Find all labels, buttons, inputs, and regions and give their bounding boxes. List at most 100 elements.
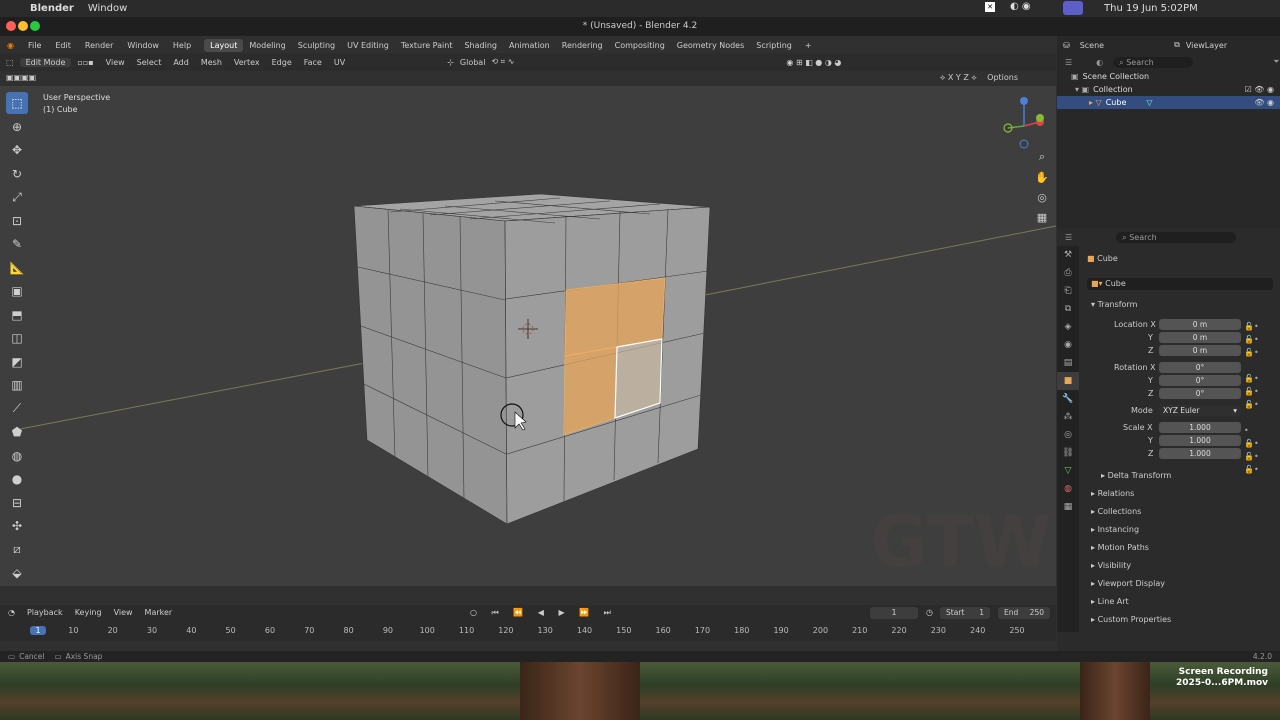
motion-paths-header[interactable]: ▸ Motion Paths [1091, 543, 1149, 552]
menu-select[interactable]: Select [131, 58, 168, 67]
scene-tab-icon[interactable]: ◈ [1057, 318, 1079, 336]
transform-panel-header[interactable]: ▾ Transform [1091, 300, 1137, 309]
material-tab-icon[interactable]: ◍ [1057, 480, 1079, 498]
blender-logo-icon[interactable]: ◉ [0, 41, 21, 50]
relations-header[interactable]: ▸ Relations [1091, 489, 1134, 498]
properties-search[interactable]: ⌕ Search [1116, 231, 1237, 243]
lock-icons[interactable]: 🔓• 🔓• 🔓• 🔓• 🔓• 🔓• • 🔓• 🔓• 🔓• [1244, 320, 1259, 476]
current-frame-field[interactable]: 1 [870, 607, 918, 619]
frame-ruler[interactable]: 1 10 20 30 40 50 60 70 80 90 100 110 120 130 140 150 160… [0, 624, 1056, 638]
zoom-window-button[interactable] [30, 21, 40, 31]
object-name-field[interactable]: ■▾ Cube [1087, 278, 1273, 290]
menu-render[interactable]: Render [78, 41, 120, 50]
particles-tab-icon[interactable]: ⁂ [1057, 408, 1079, 426]
rotation-z-field[interactable]: 0° [1159, 388, 1241, 399]
outliner-editor-icon[interactable]: ☰ [1065, 58, 1072, 67]
minimize-window-button[interactable] [18, 21, 28, 31]
view-layer-tab-icon[interactable]: ⧉ [1057, 300, 1079, 318]
modifier-tab-icon[interactable]: 🔧 [1057, 390, 1079, 408]
tab-uv-editing[interactable]: UV Editing [341, 39, 395, 52]
outliner-cube[interactable]: ▸ ▽ Cube ▽ 👁 ◉ [1057, 96, 1280, 109]
physics-tab-icon[interactable]: ◎ [1057, 426, 1079, 444]
close-window-button[interactable] [6, 21, 16, 31]
zoom-icon[interactable]: ⌕ [1033, 148, 1051, 166]
menu-mesh[interactable]: Mesh [195, 58, 228, 67]
filter-icon[interactable]: ⏷ [1273, 57, 1279, 67]
window-menu[interactable]: Window [88, 3, 127, 14]
select-mode-buttons[interactable]: ▫▫▪ [71, 58, 99, 67]
add-workspace-button[interactable]: + [798, 41, 819, 50]
location-z-field[interactable]: 0 m [1159, 345, 1241, 356]
overlay-shading-icons[interactable]: ◉ ⊞ ◧ ● ◑ ◕ [780, 58, 847, 67]
tab-texture-paint[interactable]: Texture Paint [395, 39, 459, 52]
collections-header[interactable]: ▸ Collections [1091, 507, 1141, 516]
menu-window[interactable]: Window [120, 41, 166, 50]
world-tab-icon[interactable]: ◉ [1057, 336, 1079, 354]
menu-marker[interactable]: Marker [145, 608, 173, 617]
3d-viewport[interactable]: User Perspective (1) Cube ⬚ ⊕ ✥ ↻ ⤢ ⊡ ✎ … [0, 86, 1056, 586]
tab-geometry-nodes[interactable]: Geometry Nodes [671, 39, 750, 52]
menu-view[interactable]: View [100, 58, 131, 67]
screen-record-icon[interactable] [1063, 1, 1083, 15]
menu-face[interactable]: Face [298, 58, 328, 67]
delta-transform-header[interactable]: ▸ Delta Transform [1101, 471, 1171, 480]
pivot-snap-icons[interactable]: ⟲ ⌗ ∿ [485, 57, 520, 67]
app-menu[interactable]: Blender [30, 3, 74, 14]
editor-type-clock-icon[interactable]: ◔ [8, 608, 15, 617]
constraints-tab-icon[interactable]: ⛓ [1057, 444, 1079, 462]
tab-sculpting[interactable]: Sculpting [292, 39, 341, 52]
line-art-header[interactable]: ▸ Line Art [1091, 597, 1129, 606]
extra-toggles[interactable]: ▣▣▣▣ [6, 73, 36, 82]
viewlayer-selector[interactable]: ViewLayer [1186, 41, 1227, 50]
menu-keying[interactable]: Keying [75, 608, 102, 617]
navigation-gizmo[interactable] [1000, 96, 1048, 156]
custom-properties-header[interactable]: ▸ Custom Properties [1091, 615, 1171, 624]
tab-rendering[interactable]: Rendering [556, 39, 609, 52]
menu-file[interactable]: File [21, 41, 48, 50]
rotation-mode-dropdown[interactable]: XYZ Euler ▾ [1159, 405, 1241, 416]
scale-z-field[interactable]: 1.000 [1159, 448, 1241, 459]
screen-recording-file[interactable]: Screen Recording 2025-0...6PM.mov [1176, 667, 1268, 689]
ortho-grid-icon[interactable]: ▦ [1033, 208, 1051, 226]
tab-modeling[interactable]: Modeling [243, 39, 291, 52]
display-mode-icon[interactable]: ◐ [1096, 58, 1103, 67]
rotation-y-field[interactable]: 0° [1159, 375, 1241, 386]
rotation-x-field[interactable]: 0° [1159, 362, 1241, 373]
collection-tab-icon[interactable]: ▤ [1057, 354, 1079, 372]
scene-selector[interactable]: Scene [1080, 41, 1104, 50]
end-frame-field[interactable]: End 250 [998, 607, 1050, 619]
menu-edge[interactable]: Edge [266, 58, 298, 67]
texture-tab-icon[interactable]: ▦ [1057, 498, 1079, 516]
outliner-collection[interactable]: ▾ ▣ Collection ☑ 👁 ◉ [1057, 83, 1280, 96]
scale-y-field[interactable]: 1.000 [1159, 435, 1241, 446]
menu-playback[interactable]: Playback [27, 608, 63, 617]
tool-tab-icon[interactable]: ⚒ [1057, 246, 1079, 264]
output-tab-icon[interactable]: ⎗ [1057, 282, 1079, 300]
data-tab-icon[interactable]: ▽ [1057, 462, 1079, 480]
menu-vertex[interactable]: Vertex [228, 58, 266, 67]
location-x-field[interactable]: 0 m [1159, 319, 1241, 330]
tab-animation[interactable]: Animation [503, 39, 556, 52]
menu-edit[interactable]: Edit [48, 41, 78, 50]
cube-mesh[interactable] [353, 193, 711, 525]
scale-x-field[interactable]: 1.000 [1159, 422, 1241, 433]
tab-shading[interactable]: Shading [458, 39, 503, 52]
axis-toggles[interactable]: ⟡ X Y Z ⟡ Options [940, 73, 1018, 83]
viewport-display-header[interactable]: ▸ Viewport Display [1091, 579, 1165, 588]
tab-scripting[interactable]: Scripting [750, 39, 798, 52]
close-square-icon[interactable]: ✕ [985, 2, 995, 12]
menu-add[interactable]: Add [167, 58, 195, 67]
outliner-search[interactable]: ⌕ Search [1113, 56, 1194, 68]
menu-uv[interactable]: UV [328, 58, 351, 67]
pan-hand-icon[interactable]: ✋ [1033, 168, 1051, 186]
camera-view-icon[interactable]: ◎ [1033, 188, 1051, 206]
playback-controls[interactable]: ○ ⏮ ⏪ ◀ ▶ ⏩ ⏭ [470, 608, 617, 618]
menu-help[interactable]: Help [166, 41, 198, 50]
clock[interactable]: Thu 19 Jun 5:02PM [1104, 3, 1198, 14]
visibility-header[interactable]: ▸ Visibility [1091, 561, 1131, 570]
properties-editor-icon[interactable]: ☰ [1065, 233, 1072, 242]
outliner-scene-collection[interactable]: ▣ Scene Collection [1057, 70, 1280, 83]
instancing-header[interactable]: ▸ Instancing [1091, 525, 1139, 534]
editor-type-icon[interactable]: ⬚ [0, 58, 20, 67]
render-tab-icon[interactable]: ⎙ [1057, 264, 1079, 282]
